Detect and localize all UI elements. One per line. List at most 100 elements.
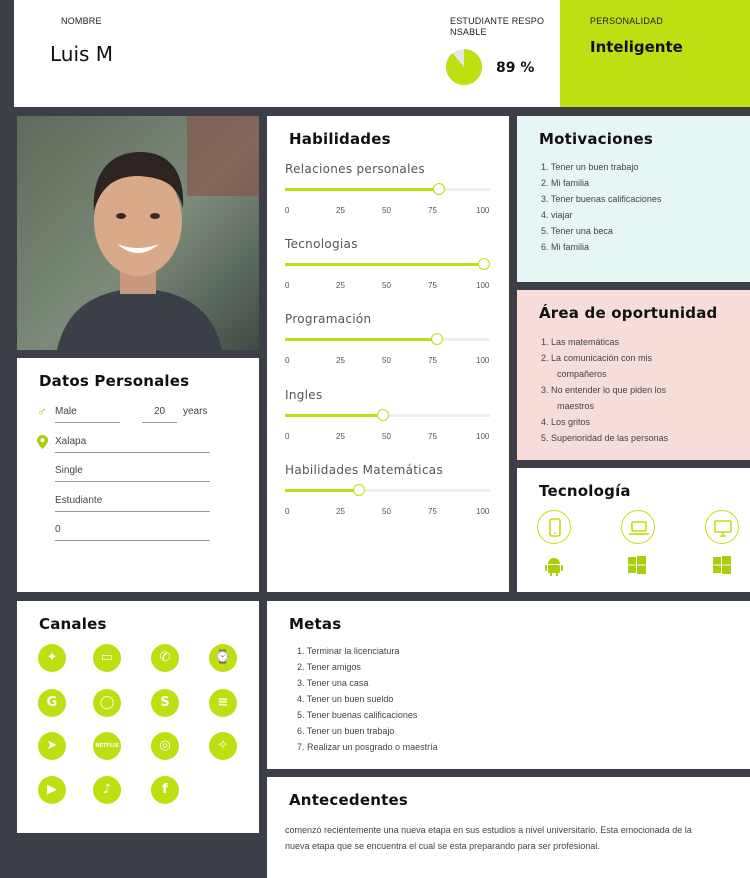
scale-tick-label: 25 (336, 432, 345, 441)
twitter-icon[interactable]: ✧ (209, 732, 237, 760)
skill-slider[interactable]: Relaciones personales 0 25 50 75 100 (285, 162, 495, 215)
facebook-icon[interactable]: f (151, 776, 179, 804)
telegram-icon[interactable]: ➤ (38, 732, 66, 760)
personality-panel: PERSONALIDAD Inteligente (560, 0, 750, 107)
skill-label: Relaciones personales (285, 162, 425, 176)
google-icon[interactable]: G (38, 689, 66, 717)
scale-tick-label: 75 (428, 356, 437, 365)
windows-icon (713, 556, 731, 579)
phone-icon[interactable]: ✆ (151, 644, 179, 672)
scale-tick-label: 50 (382, 356, 391, 365)
scale-tick-label: 75 (428, 507, 437, 516)
goals-card: Metas 1. Terminar la licenciatura 2. Ten… (267, 601, 750, 769)
goals-list: 1. Terminar la licenciatura 2. Tener ami… (297, 643, 438, 755)
channels-card: Canales ✦ ▭ ✆ ⌚ G ◯ S ≋ ➤ NETFLIX ◎ ✧ ▶ … (17, 601, 259, 833)
skill-slider[interactable]: Ingles 0 25 50 75 100 (285, 388, 495, 441)
technology-title: Tecnología (539, 482, 631, 500)
male-icon: ♂ (37, 404, 47, 419)
skill-slider[interactable]: Habilidades Matemáticas 0 25 50 75 100 (285, 463, 495, 516)
slider-fill (285, 188, 439, 191)
skill-label: Ingles (285, 388, 323, 402)
slider-track[interactable] (285, 409, 490, 421)
city-field[interactable]: Xalapa (55, 436, 210, 453)
laptop-icon (621, 510, 655, 544)
list-item: 3. Tener una casa (297, 678, 369, 688)
scale-tick-label: 50 (382, 206, 391, 215)
slider-scale: 0 25 50 75 100 (285, 356, 495, 366)
scale-tick-label: 25 (336, 206, 345, 215)
slider-fill (285, 489, 359, 492)
netflix-icon[interactable]: NETFLIX (93, 732, 121, 760)
list-item: 5. Tener buenas calificaciones (297, 710, 418, 720)
location-pin-icon (37, 435, 48, 451)
list-item: 4. viajar (541, 210, 573, 220)
scale-tick-label: 25 (336, 507, 345, 516)
skills-card: Habilidades Relaciones personales 0 25 50 75… (267, 116, 509, 592)
slider-handle[interactable] (352, 484, 365, 496)
skill-slider[interactable]: Tecnologias 0 25 50 75 100 (285, 237, 495, 290)
motivations-card: Motivaciones 1. Tener un buen trabajo 2.… (517, 116, 750, 282)
personality-value: Inteligente (590, 38, 683, 56)
status-field[interactable]: Single (55, 465, 210, 482)
scale-tick-label: 25 (336, 356, 345, 365)
scale-tick-label: 0 (285, 507, 290, 516)
opportunity-card: Área de oportunidad 1. Las matemáticas 2… (517, 290, 750, 460)
slider-track[interactable] (285, 258, 490, 270)
scale-tick-label: 100 (476, 281, 490, 290)
personal-data-title: Datos Personales (39, 372, 190, 390)
scale-tick-label: 50 (382, 281, 391, 290)
skill-label: Tecnologias (285, 237, 358, 251)
age-field[interactable]: 20 (142, 406, 177, 423)
slider-track[interactable] (285, 183, 490, 195)
scale-tick-label: 100 (476, 507, 490, 516)
skype-icon[interactable]: S (151, 689, 179, 717)
slider-handle[interactable] (430, 333, 443, 345)
scale-tick-label: 50 (382, 507, 391, 516)
slider-fill (285, 338, 437, 341)
responsible-percent: 89 % (496, 60, 535, 76)
slider-scale: 0 25 50 75 100 (285, 281, 495, 291)
slider-scale: 0 25 50 75 100 (285, 432, 495, 442)
scale-tick-label: 25 (336, 281, 345, 290)
skills-title: Habilidades (289, 130, 391, 148)
phone-icon (537, 510, 571, 544)
list-item: 2. Tener amigos (297, 662, 361, 672)
windows-icon (628, 556, 646, 579)
scale-tick-label: 100 (476, 432, 490, 441)
watch-icon[interactable]: ⌚ (209, 644, 237, 672)
responsible-label: ESTUDIANTE RESPO NSABLE (450, 16, 545, 37)
slider-handle[interactable] (432, 183, 445, 195)
occupation-field[interactable]: Estudiante (55, 495, 210, 512)
opportunity-title: Área de oportunidad (539, 304, 718, 322)
laptop-icon[interactable]: ▭ (93, 644, 121, 672)
list-item: 5. Tener una beca (541, 226, 613, 236)
tiktok-icon[interactable]: ♪ (93, 776, 121, 804)
whatsapp-icon[interactable]: ◯ (93, 689, 121, 717)
extra-field[interactable]: 0 (55, 524, 210, 541)
gender-field[interactable]: Male (55, 406, 120, 423)
personal-data-card: Datos Personales ♂ Male 20 years Xalapa … (17, 358, 259, 592)
scale-tick-label: 100 (476, 356, 490, 365)
scale-tick-label: 75 (428, 432, 437, 441)
background-text: comenzó recientemente una nueva etapa en… (285, 825, 692, 851)
desktop-icon (705, 510, 739, 544)
slider-fill (285, 414, 384, 417)
name-label: NOMBRE (61, 16, 102, 26)
spotify-icon[interactable]: ≋ (209, 689, 237, 717)
channels-title: Canales (39, 615, 107, 633)
list-item: 5. Superioridad de las personas (541, 433, 669, 443)
instagram-icon[interactable]: ◎ (151, 732, 179, 760)
scale-tick-label: 100 (476, 206, 490, 215)
list-item: 1. Tener un buen trabajo (541, 162, 639, 172)
list-item: compañeros (557, 369, 607, 379)
scale-tick-label: 75 (428, 281, 437, 290)
skill-slider[interactable]: Programación 0 25 50 75 100 (285, 312, 495, 365)
personality-label: PERSONALIDAD (590, 16, 663, 26)
scale-tick-label: 75 (428, 206, 437, 215)
slider-handle[interactable] (477, 258, 490, 270)
gamepad-icon[interactable]: ✦ (38, 644, 66, 672)
slider-track[interactable] (285, 484, 490, 496)
slider-track[interactable] (285, 333, 490, 345)
slider-handle[interactable] (377, 409, 390, 421)
youtube-icon[interactable]: ▶ (38, 776, 66, 804)
